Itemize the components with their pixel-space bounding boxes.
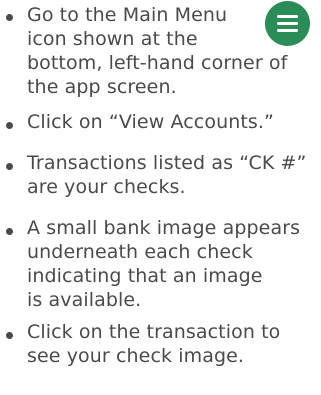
instruction-text: are your checks. [27,176,186,198]
instruction-text: the app screen. [27,76,177,98]
instruction-text: see your check image. [27,345,245,367]
instruction-text: bottom, left-hand corner of [27,52,288,74]
menu-icon-bar [277,15,298,18]
bullet-dot [6,228,13,235]
instruction-text: A small bank image appears [27,217,301,239]
instruction-text: Go to the Main Menu [27,4,228,26]
bullet-dot [6,163,13,170]
instruction-text: Transactions listed as “CK #” [27,152,307,174]
menu-icon-bar [277,22,298,25]
instruction-text: Click on the transaction to [27,321,281,343]
instruction-text: is available. [27,289,142,311]
instruction-text: underneath each check [27,241,253,263]
bullet-dot [6,122,13,129]
instruction-text: indicating that an image [27,265,263,287]
bullet-dot [6,332,13,339]
instruction-text: Click on “View Accounts.” [27,111,274,133]
bullet-dot [6,14,13,21]
menu-icon-bar [277,29,298,32]
hamburger-menu-icon [265,1,310,46]
instruction-text: icon shown at the [27,28,198,50]
